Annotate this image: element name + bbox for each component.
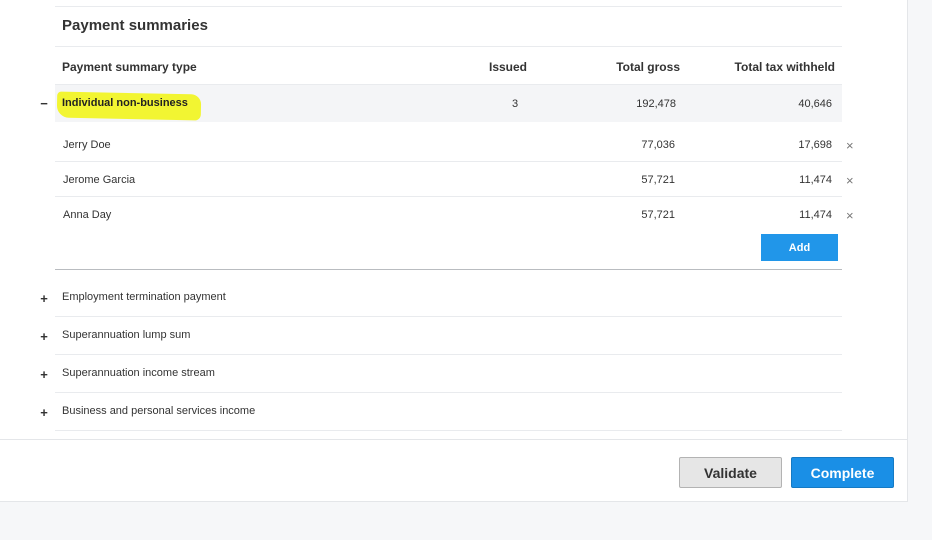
collapse-toggle-icon[interactable]: −	[38, 97, 50, 110]
group-total-tax: 40,646	[798, 98, 832, 110]
employee-name[interactable]: Jerry Doe	[63, 139, 111, 151]
group-issued: 3	[512, 98, 519, 110]
validate-button[interactable]: Validate	[679, 457, 782, 488]
employee-name[interactable]: Anna Day	[63, 209, 111, 221]
header-issued: Issued	[489, 60, 528, 74]
add-payment-summary-button[interactable]: Add	[761, 234, 838, 261]
row-divider	[55, 430, 842, 431]
top-divider	[55, 6, 842, 7]
remove-icon[interactable]: ×	[846, 174, 854, 187]
employee-gross: 57,721	[641, 174, 675, 186]
title-divider	[55, 46, 842, 47]
expand-toggle-icon[interactable]: +	[38, 368, 50, 381]
employee-tax: 11,474	[799, 174, 832, 186]
row-divider	[55, 354, 842, 355]
row-divider	[55, 196, 842, 197]
group-label-business-personal-services[interactable]: Business and personal services income	[62, 405, 255, 417]
group-end-divider	[55, 269, 842, 270]
employee-tax: 17,698	[798, 139, 832, 151]
row-divider	[55, 161, 842, 162]
remove-icon[interactable]: ×	[846, 139, 854, 152]
expand-toggle-icon[interactable]: +	[38, 292, 50, 305]
employee-gross: 57,721	[641, 209, 675, 221]
payment-summaries-panel: Payment summaries Payment summary type I…	[0, 0, 908, 502]
header-total-gross: Total gross	[616, 60, 680, 74]
complete-button[interactable]: Complete	[791, 457, 894, 488]
row-divider	[55, 316, 842, 317]
expand-toggle-icon[interactable]: +	[38, 330, 50, 343]
group-total-gross: 192,478	[636, 98, 676, 110]
row-divider	[55, 392, 842, 393]
employee-name[interactable]: Jerome Garcia	[63, 174, 135, 186]
employee-gross: 77,036	[641, 139, 675, 151]
remove-icon[interactable]: ×	[846, 209, 854, 222]
section-title: Payment summaries	[62, 17, 208, 34]
group-label: Individual non-business	[62, 97, 188, 109]
header-total-tax: Total tax withheld	[734, 60, 835, 74]
group-label-super-income-stream[interactable]: Superannuation income stream	[62, 367, 215, 379]
group-label-super-lump-sum[interactable]: Superannuation lump sum	[62, 329, 190, 341]
group-label-employment-termination[interactable]: Employment termination payment	[62, 291, 226, 303]
expand-toggle-icon[interactable]: +	[38, 406, 50, 419]
panel-body: Payment summaries Payment summary type I…	[0, 0, 908, 440]
header-type: Payment summary type	[62, 60, 197, 74]
employee-tax: 11,474	[799, 209, 832, 221]
